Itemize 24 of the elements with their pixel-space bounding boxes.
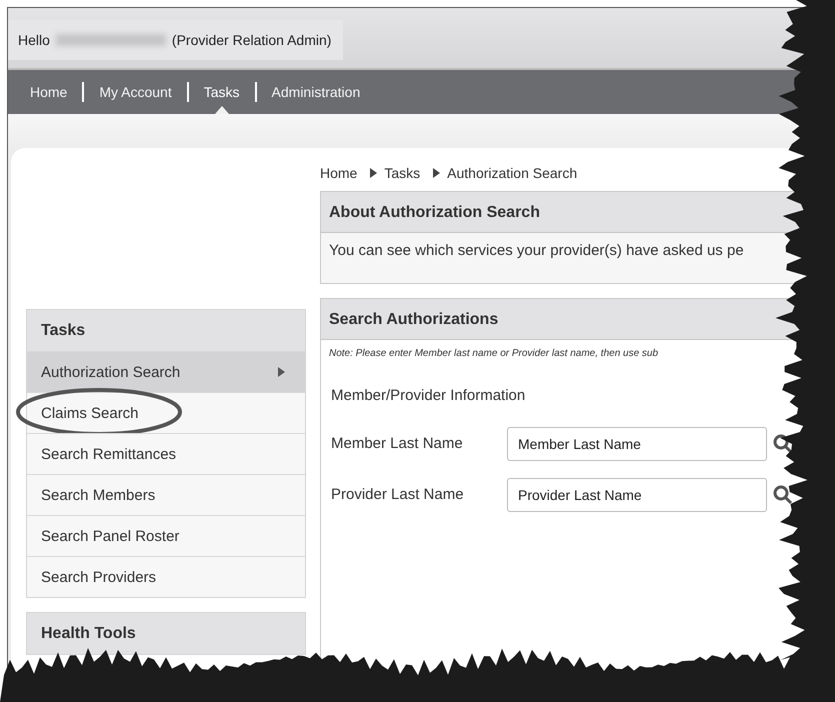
field-label: Provider Last Name bbox=[331, 486, 465, 503]
panel-title: Health Tools bbox=[27, 613, 305, 654]
nav-tab[interactable]: Administration bbox=[268, 84, 364, 100]
description-text: You can see which services your provider(s) have asked us pe bbox=[329, 242, 744, 259]
sidebar-item[interactable]: Authorization Search bbox=[27, 351, 305, 392]
input-field[interactable]: Provider Last Name bbox=[507, 478, 767, 512]
nav-tab[interactable]: My Account bbox=[95, 84, 176, 100]
arrow-icon bbox=[278, 367, 285, 377]
breadcrumb-link[interactable]: Authorization Search bbox=[447, 165, 578, 181]
field-label: Member Last Name bbox=[331, 435, 464, 452]
section-heading: Member/Provider Information bbox=[330, 386, 526, 406]
input-field[interactable]: Member Last Name bbox=[507, 426, 767, 460]
breadcrumb-link[interactable]: Home bbox=[320, 165, 358, 181]
nav-tab[interactable]: Home bbox=[26, 84, 72, 100]
chevron-icon bbox=[433, 168, 440, 178]
breadcrumb-link[interactable]: Tasks bbox=[384, 165, 420, 181]
panel-title: Tasks bbox=[27, 310, 305, 351]
search-icon[interactable] bbox=[773, 484, 793, 504]
note-text: Note: Please enter Member last name or Provider last name, then use sub bbox=[328, 347, 660, 361]
role-text: (Provider Relation Admin) bbox=[172, 32, 332, 48]
chevron-icon bbox=[370, 168, 378, 178]
greeting-text: Hello bbox=[18, 32, 50, 48]
search-icon[interactable] bbox=[773, 434, 793, 454]
nav-tab[interactable]: Tasks bbox=[200, 84, 244, 100]
